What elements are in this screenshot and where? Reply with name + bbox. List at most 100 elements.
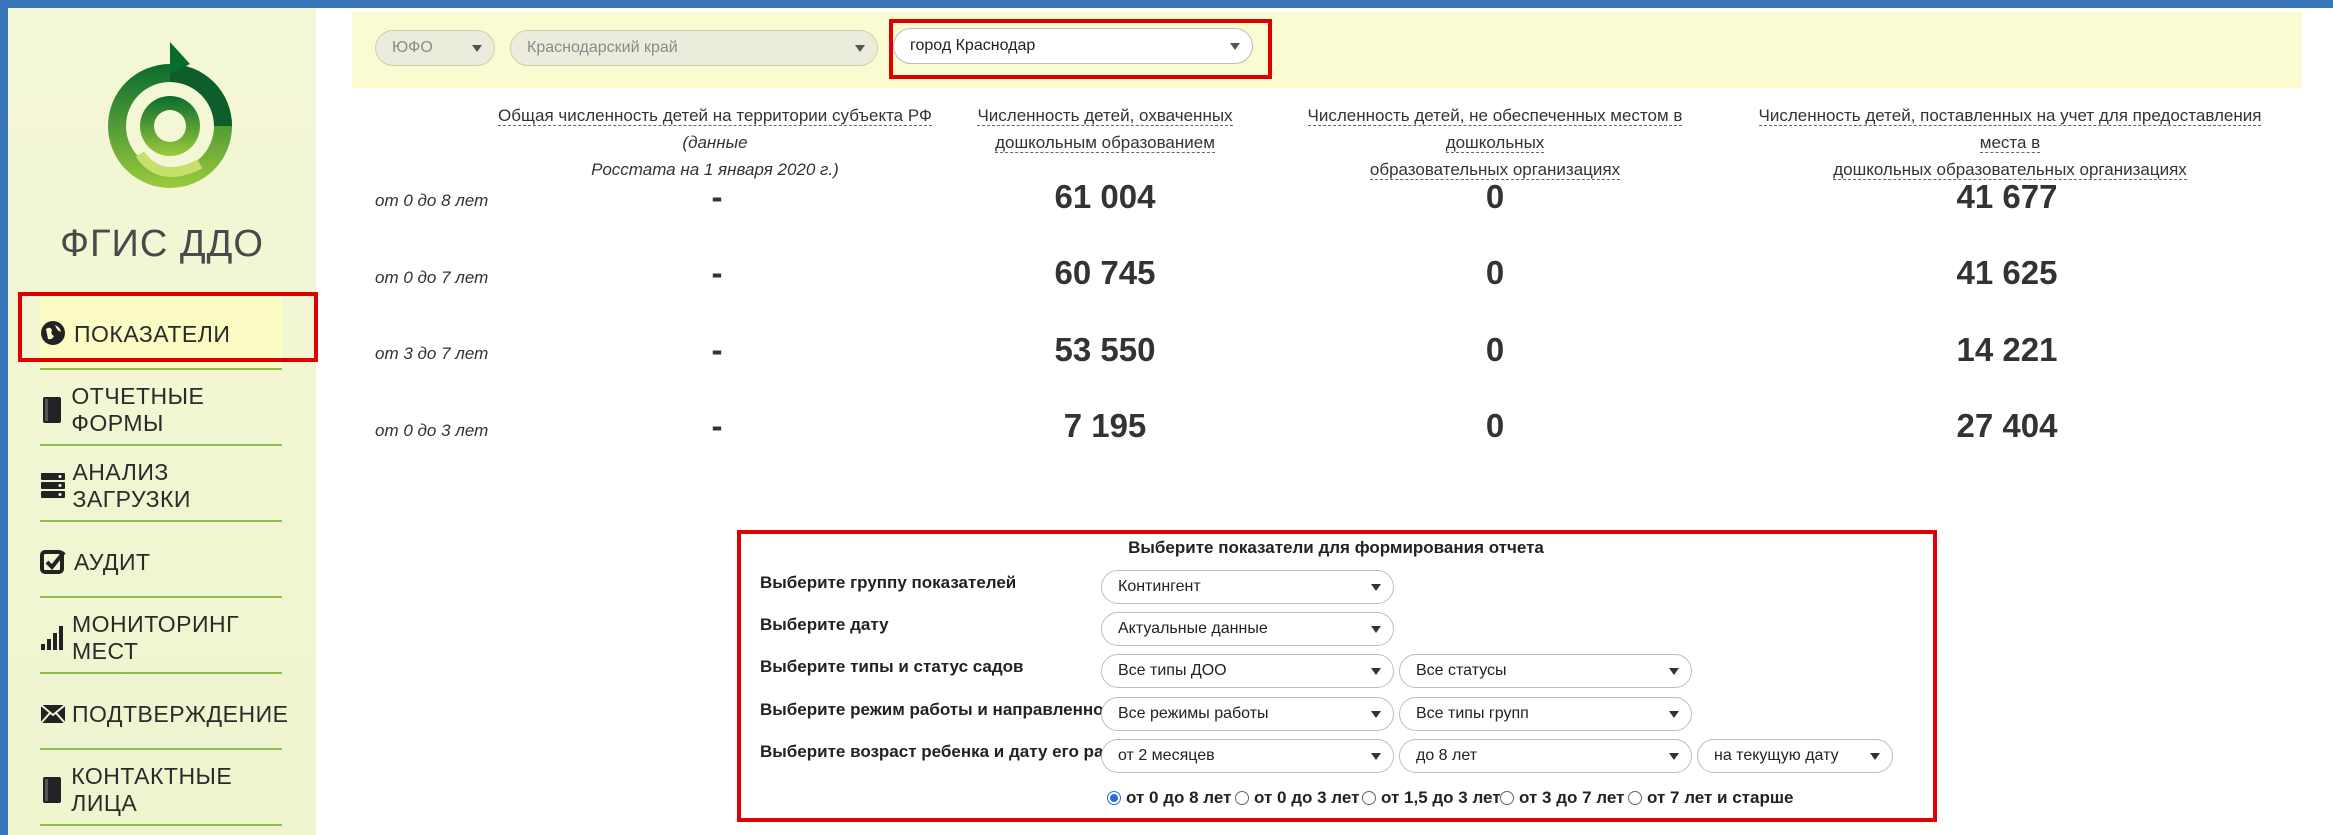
nav-divider — [40, 368, 282, 370]
work-mode-select[interactable]: Все режимы работы — [1101, 697, 1394, 731]
table-cell: 41 625 — [1956, 254, 2058, 291]
table-cell: 60 745 — [1054, 254, 1156, 291]
age-radio-1-5-3[interactable]: от 1,5 до 3 лет — [1362, 788, 1501, 808]
table-cell: 27 404 — [1956, 407, 2058, 444]
column-header-total: Общая численность детей на территории су… — [490, 102, 940, 183]
age-from-select[interactable]: от 2 месяцев — [1101, 739, 1394, 773]
column-header-note: (данные — [682, 133, 748, 152]
column-header-text: дошкольным образованием — [995, 133, 1215, 153]
select-value: Все типы групп — [1416, 705, 1529, 722]
logo-icon — [108, 42, 232, 188]
sidebar-item-places-monitoring[interactable]: МОНИТОРИНГ МЕСТ — [40, 601, 282, 675]
mode-label: Выберите режим работы и направленность — [760, 700, 1132, 719]
sidebar-item-label: КОНТАКТНЫЕ ЛИЦА — [71, 763, 233, 816]
region-select[interactable]: Краснодарский край — [510, 30, 878, 66]
nav-divider — [40, 824, 282, 826]
select-value: Все типы ДОО — [1118, 662, 1227, 679]
row-label: от 3 до 7 лет — [375, 344, 489, 363]
table-cell: 14 221 — [1956, 331, 2058, 368]
nav-divider — [40, 444, 282, 446]
calc-date-select[interactable]: на текущую дату — [1697, 739, 1893, 773]
window-top-border — [0, 0, 2333, 8]
nav-divider — [40, 672, 282, 674]
date-select[interactable]: Актуальные данные — [1101, 612, 1394, 646]
age-radio-3-7[interactable]: от 3 до 7 лет — [1500, 788, 1624, 808]
radio-label: от 3 до 7 лет — [1519, 788, 1625, 807]
district-select[interactable]: ЮФО — [375, 30, 495, 66]
age-label: Выберите возраст ребенка и дату его расч… — [760, 742, 1150, 761]
status-select[interactable]: Все статусы — [1399, 654, 1692, 688]
table-cell: 7 195 — [1063, 407, 1147, 444]
select-value: до 8 лет — [1416, 747, 1478, 764]
envelope-icon — [40, 700, 66, 728]
table-cell: 0 — [1485, 407, 1505, 444]
nav-divider — [40, 520, 282, 522]
radio-label: от 0 до 3 лет — [1254, 788, 1360, 807]
age-radio-0-3[interactable]: от 0 до 3 лет — [1235, 788, 1359, 808]
sidebar-item-confirmation[interactable]: ПОДТВЕРЖДЕНИЕ — [40, 677, 288, 751]
radio-icon — [1500, 791, 1514, 805]
highlight-frame — [889, 19, 1272, 79]
table-cell: - — [711, 254, 723, 291]
date-label: Выберите дату — [760, 615, 889, 634]
radio-label: от 7 лет и старше — [1647, 788, 1794, 807]
table-cell: 0 — [1485, 254, 1505, 291]
radio-icon — [1362, 791, 1376, 805]
select-value: на текущую дату — [1714, 747, 1839, 764]
select-value: Актуальные данные — [1118, 620, 1268, 637]
doo-type-select[interactable]: Все типы ДОО — [1101, 654, 1394, 688]
group-type-select[interactable]: Все типы групп — [1399, 697, 1692, 731]
nav-divider — [40, 596, 282, 598]
chevron-down-icon — [1371, 753, 1381, 760]
chevron-down-icon — [1669, 753, 1679, 760]
sidebar-item-contacts[interactable]: КОНТАКТНЫЕ ЛИЦА — [40, 753, 282, 827]
chevron-down-icon — [1371, 711, 1381, 718]
select-value: Все статусы — [1416, 662, 1507, 679]
types-label: Выберите типы и статус садов — [760, 657, 1024, 676]
chevron-down-icon — [1371, 668, 1381, 675]
nav-divider — [40, 748, 282, 750]
indicator-group-select[interactable]: Контингент — [1101, 570, 1394, 604]
region-select-value: Краснодарский край — [527, 39, 678, 56]
table-cell: - — [711, 178, 723, 215]
sidebar-item-report-forms[interactable]: ОТЧЕТНЫЕ ФОРМЫ — [40, 373, 282, 447]
column-header-note: Росстата на 1 января 2020 г.) — [591, 160, 839, 179]
table-cell: 41 677 — [1956, 178, 2058, 215]
age-radio-7-plus[interactable]: от 7 лет и старше — [1628, 788, 1793, 808]
table-cell: - — [711, 331, 723, 368]
report-title: Выберите показатели для формирования отч… — [1128, 538, 1544, 557]
chevron-down-icon — [1669, 711, 1679, 718]
server-icon — [40, 472, 66, 500]
checkbox-icon — [40, 548, 68, 576]
district-select-value: ЮФО — [392, 39, 433, 56]
sidebar-item-label: МОНИТОРИНГ МЕСТ — [72, 611, 240, 664]
sidebar-item-label: АНАЛИЗ ЗАГРУЗКИ — [72, 459, 191, 512]
column-header-registered: Численность детей, поставленных на учет … — [1745, 102, 2275, 183]
radio-label: от 1,5 до 3 лет — [1381, 788, 1501, 807]
book-icon — [40, 776, 65, 804]
sidebar-item-label: ОТЧЕТНЫЕ ФОРМЫ — [71, 383, 205, 436]
row-label: от 0 до 3 лет — [375, 421, 489, 440]
sidebar-item-load-analysis[interactable]: АНАЛИЗ ЗАГРУЗКИ — [40, 449, 282, 523]
table-cell: 61 004 — [1054, 178, 1156, 215]
select-value: от 2 месяцев — [1118, 747, 1215, 764]
column-header-text: образовательных организациях — [1369, 160, 1621, 180]
radio-icon — [1628, 791, 1642, 805]
column-header-text: Численность детей, поставленных на учет … — [1758, 106, 2262, 153]
age-to-select[interactable]: до 8 лет — [1399, 739, 1692, 773]
row-label: от 0 до 7 лет — [375, 268, 489, 287]
highlight-frame — [18, 292, 318, 362]
signal-bars-icon — [40, 624, 66, 652]
group-label: Выберите группу показателей — [760, 573, 1017, 592]
sidebar-item-label: АУДИТ — [74, 548, 151, 575]
sidebar-item-audit[interactable]: АУДИТ — [40, 525, 282, 599]
table-cell: 0 — [1485, 331, 1505, 368]
row-label: от 0 до 8 лет — [375, 191, 489, 210]
column-header-not-provided: Численность детей, не обеспеченных место… — [1270, 102, 1720, 183]
chevron-down-icon — [1371, 626, 1381, 633]
chevron-down-icon — [1669, 668, 1679, 675]
age-radio-0-8[interactable]: от 0 до 8 лет — [1107, 788, 1231, 808]
window-left-border — [0, 0, 8, 835]
table-cell: 53 550 — [1054, 331, 1156, 368]
book-icon — [40, 396, 65, 424]
